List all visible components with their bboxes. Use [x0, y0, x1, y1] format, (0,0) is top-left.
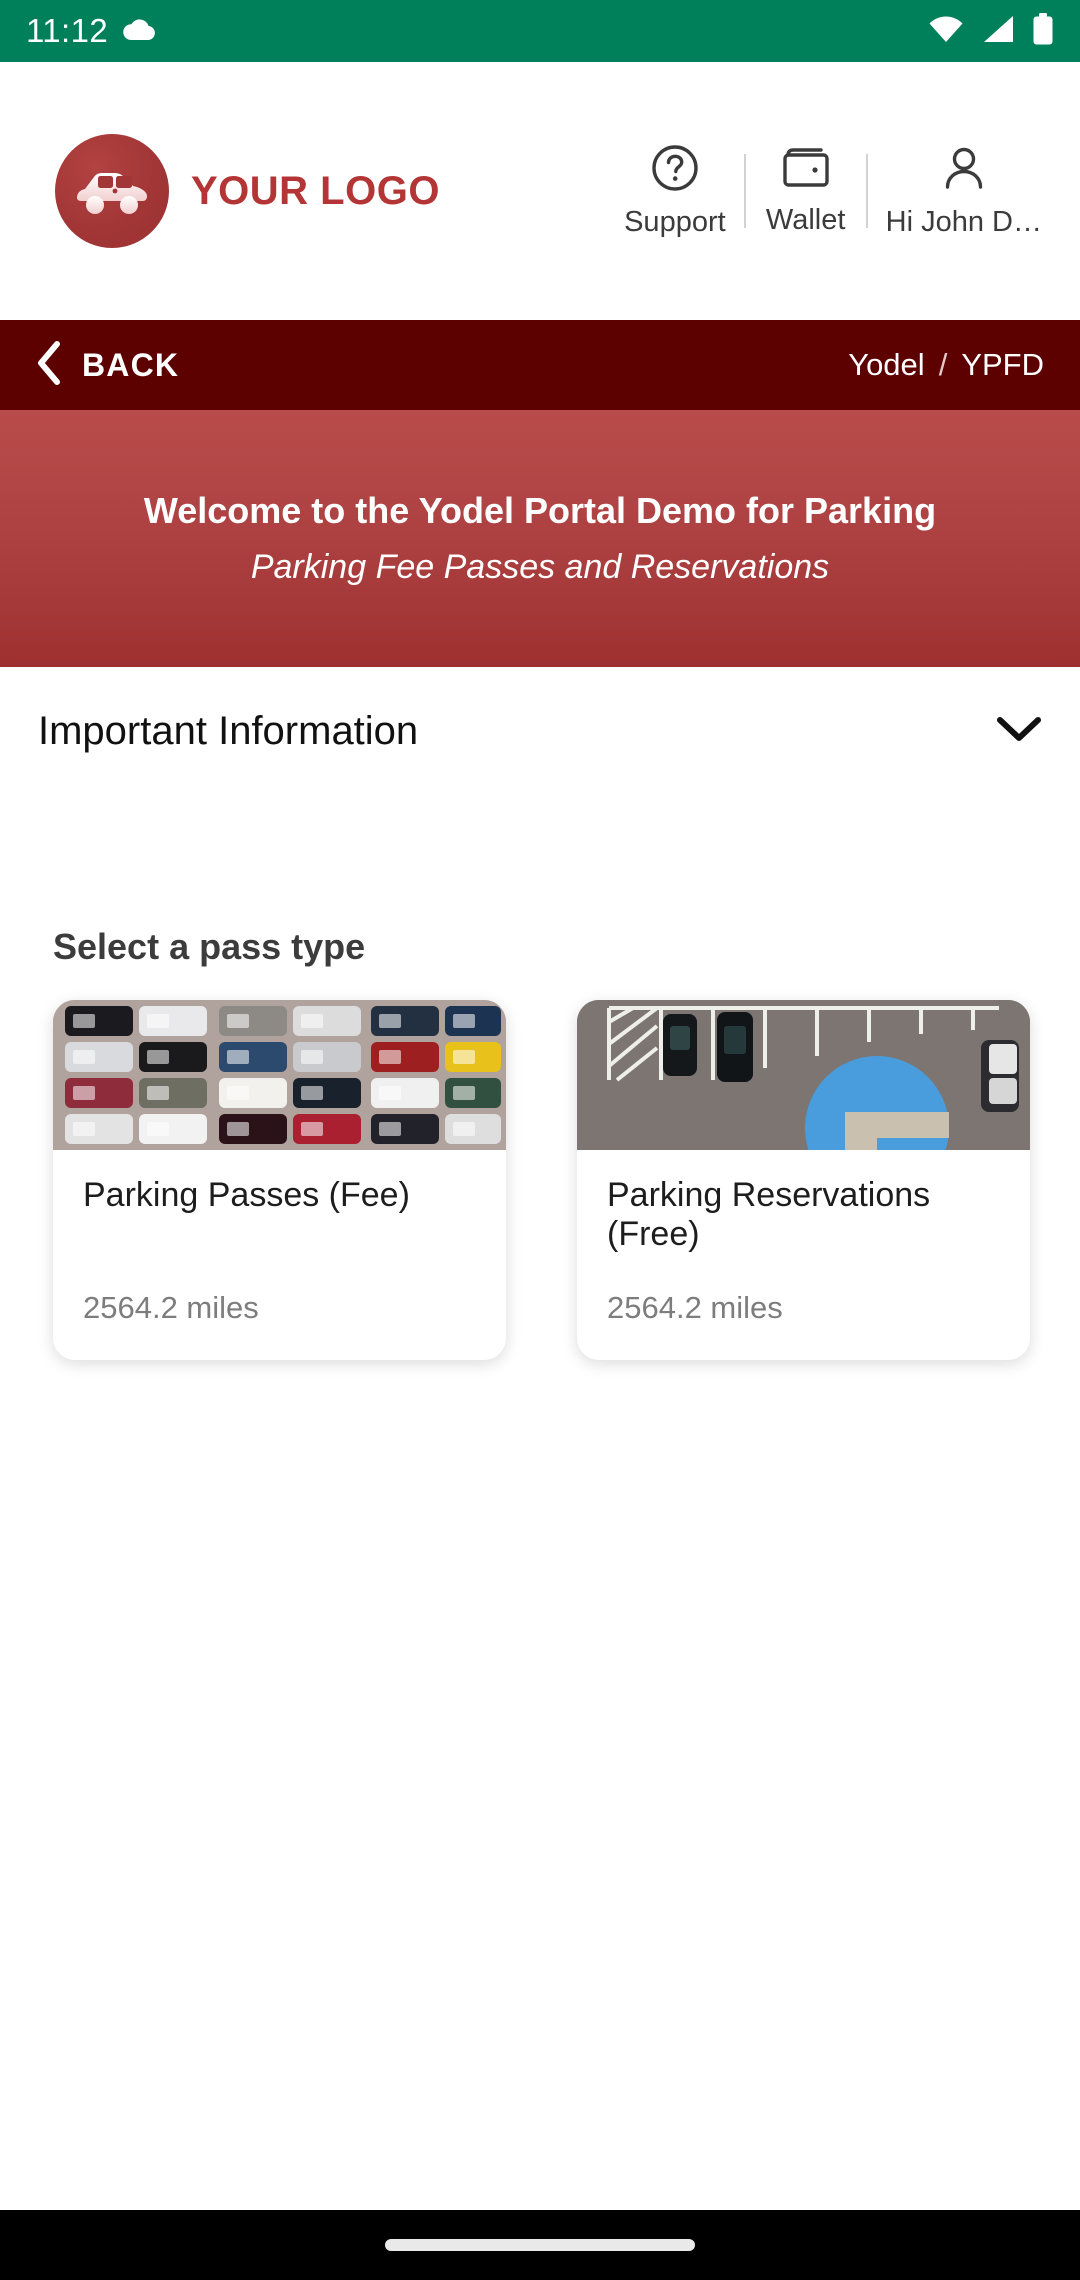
welcome-banner: Welcome to the Yodel Portal Demo for Par… — [0, 410, 1080, 667]
back-button[interactable]: BACK — [36, 340, 180, 390]
aerial-parking-lot-full-photo — [53, 1000, 506, 1150]
breadcrumb: Yodel / YPFD — [848, 347, 1044, 383]
brand-logo[interactable]: YOUR LOGO — [0, 134, 440, 248]
lot-full-illustration — [53, 1000, 506, 1150]
status-bar-left: 11:12 — [26, 12, 156, 50]
breadcrumb-current: YPFD — [961, 347, 1044, 382]
card-body: Parking Passes (Fee) 2564.2 miles — [53, 1150, 506, 1360]
wifi-icon — [928, 15, 964, 48]
pass-type-card-parking-passes[interactable]: Parking Passes (Fee) 2564.2 miles — [53, 1000, 506, 1360]
nav-item-account[interactable]: Hi John D… — [868, 143, 1060, 239]
brand-name: YOUR LOGO — [191, 168, 440, 213]
back-bar: BACK Yodel / YPFD — [0, 320, 1080, 410]
home-indicator-pill[interactable] — [385, 2239, 695, 2251]
battery-icon — [1032, 12, 1054, 50]
card-body: Parking Reservations (Free) 2564.2 miles — [577, 1150, 1030, 1360]
card-distance: 2564.2 miles — [83, 1290, 259, 1325]
wallet-icon — [780, 145, 832, 196]
header-nav: Support Wallet Hi John D… — [606, 143, 1080, 239]
car-logo-icon — [55, 134, 169, 248]
main-content: Select a pass type Parking Passes (Fee) … — [0, 795, 1080, 2280]
pass-type-card-list: Parking Passes (Fee) 2564.2 miles Parkin… — [53, 1000, 1030, 1360]
chevron-left-icon — [36, 340, 62, 390]
cloud-icon — [122, 16, 156, 47]
card-title: Parking Passes (Fee) — [83, 1176, 410, 1214]
pass-type-card-parking-reservations[interactable]: Parking Reservations (Free) 2564.2 miles — [577, 1000, 1030, 1360]
nav-item-support[interactable]: Support — [606, 143, 744, 239]
user-icon — [939, 143, 989, 198]
nav-item-wallet[interactable]: Wallet — [746, 145, 866, 237]
breadcrumb-root[interactable]: Yodel — [848, 347, 924, 383]
banner-title: Welcome to the Yodel Portal Demo for Par… — [143, 490, 937, 531]
section-title: Select a pass type — [53, 926, 366, 967]
status-bar: 11:12 — [0, 0, 1080, 62]
breadcrumb-separator: / — [938, 347, 948, 382]
nav-label-wallet: Wallet — [765, 204, 846, 236]
chevron-down-icon[interactable] — [996, 715, 1042, 748]
aerial-parking-lot-empty-photo — [577, 1000, 1030, 1150]
question-circle-icon — [650, 143, 700, 198]
back-label: BACK — [82, 346, 180, 383]
system-navigation-bar — [0, 2210, 1080, 2280]
nav-label-support: Support — [624, 206, 726, 238]
cellular-signal-icon — [981, 15, 1015, 48]
status-clock: 11:12 — [26, 12, 109, 49]
nav-label-account: Hi John D… — [885, 206, 1042, 238]
accordion-title: Important Information — [38, 708, 419, 753]
banner-subtitle: Parking Fee Passes and Reservations — [250, 548, 830, 586]
app-screen: 11:12 YOUR LOGO Support Wallet Hi John D… — [0, 0, 1080, 2280]
card-title: Parking Reservations (Free) — [607, 1176, 931, 1254]
lot-empty-illustration — [577, 1000, 1030, 1150]
status-bar-right — [928, 12, 1054, 50]
card-distance: 2564.2 miles — [607, 1290, 783, 1325]
app-header: YOUR LOGO Support Wallet Hi John D… — [0, 62, 1080, 320]
important-information-accordion[interactable]: Important Information — [0, 667, 1080, 795]
